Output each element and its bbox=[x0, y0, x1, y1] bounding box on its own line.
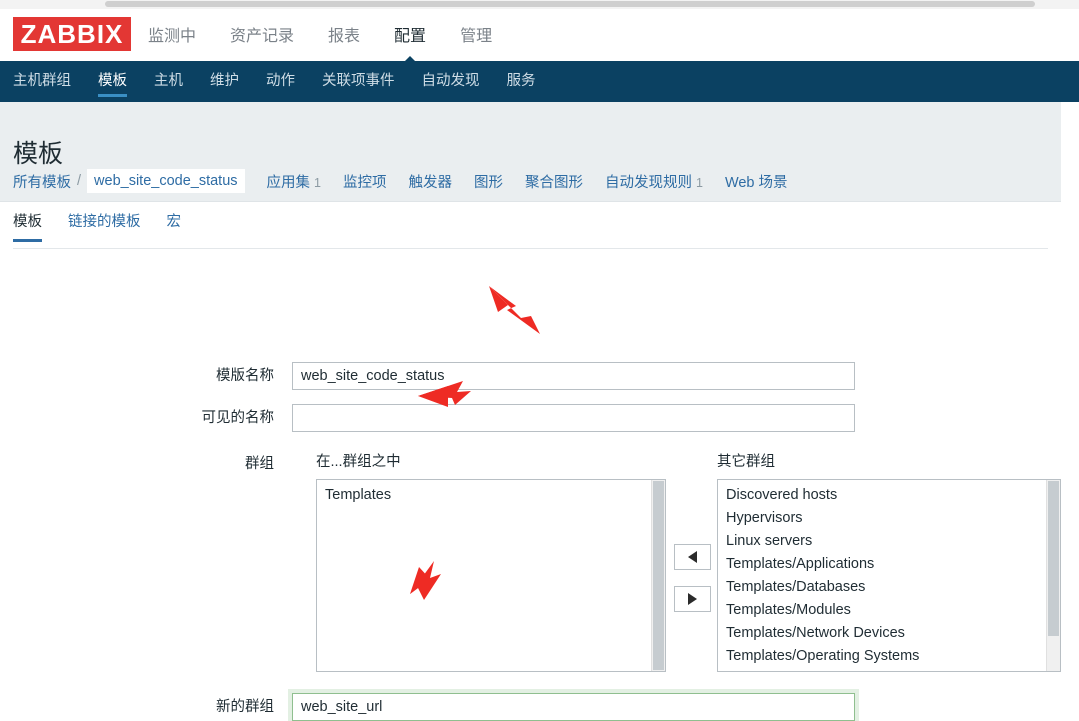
label-new-group: 新的群组 bbox=[216, 699, 274, 715]
subnav-item-services[interactable]: 服务 bbox=[507, 61, 536, 102]
in-groups-listbox[interactable]: Templates bbox=[316, 479, 666, 672]
object-tab-web-scenarios-label: Web 场景 bbox=[724, 174, 788, 191]
object-tab-graphs[interactable]: 图形 bbox=[474, 171, 503, 192]
in-groups-header: 在...群组之中 bbox=[316, 454, 401, 470]
subnav-item-templates[interactable]: 模板 bbox=[98, 61, 127, 102]
object-tab-applications[interactable]: 应用集 1 bbox=[267, 171, 321, 192]
object-tab-triggers-label: 触发器 bbox=[408, 174, 452, 191]
triangle-right-icon bbox=[688, 593, 697, 605]
subnav-item-discovery[interactable]: 自动发现 bbox=[422, 61, 480, 102]
subnav-item-host-groups[interactable]: 主机群组 bbox=[13, 61, 71, 102]
object-tab-screens[interactable]: 聚合图形 bbox=[525, 171, 583, 192]
template-form-card: 模板 链接的模板 宏 模版名称 可见的名称 群组 在...群组之中 其它群组 T… bbox=[0, 201, 1061, 721]
object-tab-applications-label: 应用集 bbox=[266, 174, 311, 191]
tab-macros[interactable]: 宏 bbox=[167, 210, 182, 242]
object-tab-discovery-rules-label: 自动发现规则 bbox=[604, 174, 692, 191]
object-tab-items-label: 监控项 bbox=[342, 174, 387, 191]
object-tab-items[interactable]: 监控项 bbox=[343, 171, 387, 192]
page-body: 模板 所有模板 / web_site_code_status 应用集 1 监控项 … bbox=[0, 102, 1061, 721]
form-tab-divider bbox=[13, 248, 1048, 249]
object-tab-discovery-rules[interactable]: 自动发现规则 1 bbox=[605, 171, 703, 192]
app-header: ZABBIX 监测中 资产记录 报表 配置 管理 bbox=[0, 9, 1079, 61]
secondary-nav: 主机群组 模板 主机 维护 动作 关联项事件 自动发现 服务 bbox=[0, 61, 1079, 102]
tab-template[interactable]: 模板 bbox=[13, 210, 42, 242]
subnav-item-actions[interactable]: 动作 bbox=[266, 61, 295, 102]
label-template-name: 模版名称 bbox=[216, 368, 274, 384]
in-groups-scrollbar[interactable] bbox=[651, 480, 665, 671]
scrollbar-thumb[interactable] bbox=[653, 481, 664, 670]
object-tab-triggers[interactable]: 触发器 bbox=[408, 171, 452, 192]
breadcrumb-all-templates[interactable]: 所有模板 bbox=[13, 171, 71, 192]
subnav-item-hosts[interactable]: 主机 bbox=[154, 61, 183, 102]
new-group-input[interactable] bbox=[292, 693, 855, 721]
template-name-input[interactable] bbox=[292, 362, 855, 390]
label-groups: 群组 bbox=[245, 456, 274, 472]
primary-nav: 监测中 资产记录 报表 配置 管理 bbox=[148, 9, 492, 61]
nav-item-reports[interactable]: 报表 bbox=[328, 22, 360, 48]
object-tab-screens-label: 聚合图形 bbox=[524, 174, 583, 191]
list-item[interactable]: Discovered hosts bbox=[718, 484, 1060, 507]
move-right-button[interactable] bbox=[674, 586, 711, 612]
field-row-visible-name: 可见的名称 bbox=[0, 404, 855, 432]
nav-item-monitoring[interactable]: 监测中 bbox=[148, 22, 196, 48]
form-tab-bar: 模板 链接的模板 宏 bbox=[13, 210, 181, 242]
in-groups-list: Templates bbox=[317, 480, 665, 507]
list-item[interactable]: Templates/Network Devices bbox=[718, 622, 1060, 645]
list-item[interactable]: Linux servers bbox=[718, 530, 1060, 553]
nav-item-configuration[interactable]: 配置 bbox=[394, 22, 426, 48]
scrollbar-thumb[interactable] bbox=[105, 1, 1035, 7]
other-groups-listbox[interactable]: Discovered hosts Hypervisors Linux serve… bbox=[717, 479, 1061, 672]
tab-linked-templates[interactable]: 链接的模板 bbox=[68, 210, 141, 242]
list-item[interactable]: Hypervisors bbox=[718, 507, 1060, 530]
other-groups-header: 其它群组 bbox=[717, 454, 775, 470]
list-item[interactable]: Templates/Applications bbox=[718, 553, 1060, 576]
other-groups-scrollbar[interactable] bbox=[1046, 480, 1060, 671]
other-groups-list: Discovered hosts Hypervisors Linux serve… bbox=[718, 480, 1060, 671]
nav-item-inventory[interactable]: 资产记录 bbox=[230, 22, 294, 48]
list-item[interactable]: Templates/Modules bbox=[718, 599, 1060, 622]
object-tab-graphs-label: 图形 bbox=[473, 174, 503, 191]
list-item[interactable]: Templates bbox=[317, 484, 665, 507]
visible-name-input[interactable] bbox=[292, 404, 855, 432]
label-visible-name: 可见的名称 bbox=[201, 410, 275, 426]
move-left-button[interactable] bbox=[674, 544, 711, 570]
list-item[interactable]: Templates/Servers Hardware bbox=[718, 668, 1060, 671]
object-tab-applications-count: 1 bbox=[314, 175, 321, 190]
subnav-item-correlation[interactable]: 关联项事件 bbox=[322, 61, 395, 102]
breadcrumb: 所有模板 / web_site_code_status 应用集 1 监控项 触发器… bbox=[13, 166, 788, 196]
breadcrumb-current-template[interactable]: web_site_code_status bbox=[87, 169, 245, 193]
object-tab-web-scenarios[interactable]: Web 场景 bbox=[725, 171, 788, 192]
subnav-item-maintenance[interactable]: 维护 bbox=[210, 61, 239, 102]
scrollbar-thumb[interactable] bbox=[1048, 481, 1059, 636]
page-title: 模板 bbox=[13, 139, 64, 168]
field-row-new-group: 新的群组 bbox=[0, 693, 855, 721]
zabbix-logo[interactable]: ZABBIX bbox=[13, 17, 131, 51]
object-tab-discovery-rules-count: 1 bbox=[695, 175, 703, 190]
field-row-groups: 群组 bbox=[0, 450, 292, 478]
breadcrumb-separator: / bbox=[77, 173, 82, 189]
nav-item-administration[interactable]: 管理 bbox=[460, 22, 492, 48]
triangle-left-icon bbox=[688, 551, 697, 563]
list-item[interactable]: Templates/Operating Systems bbox=[718, 645, 1060, 668]
list-item[interactable]: Templates/Databases bbox=[718, 576, 1060, 599]
field-row-template-name: 模版名称 bbox=[0, 362, 855, 390]
